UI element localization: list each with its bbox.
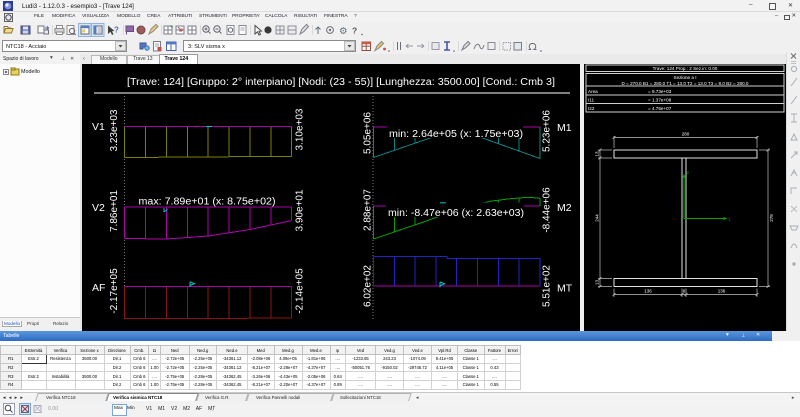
svg-text:280: 280 — [682, 132, 690, 137]
svg-text:136: 136 — [644, 289, 652, 294]
svg-text:D = 270.0 B1 = 280.0 T1 = 13: D = 270.0 B1 = 280.0 T1 = 13.0 T2 = 13.0… — [622, 81, 749, 86]
svg-text:6.02e+02: 6.02e+02 — [363, 265, 374, 307]
svg-text:3.23e+03: 3.23e+03 — [109, 109, 120, 151]
svg-text:Sezione a I: Sezione a I — [674, 75, 697, 80]
svg-text:= 4.76e+07: = 4.76e+07 — [648, 106, 672, 111]
svg-text:M1: M1 — [557, 122, 572, 134]
svg-text:[Trave: 124] [Gruppo: 2° int: [Trave: 124] [Gruppo: 2° interpiano] [No… — [127, 77, 555, 88]
svg-text:?: ? — [352, 26, 357, 36]
svg-text:5.05e+06: 5.05e+06 — [363, 112, 374, 154]
svg-text:min: 2.64e+05 (x: 1.75e+03): min: 2.64e+05 (x: 1.75e+03) — [389, 129, 523, 140]
svg-text:3: SLV sisma x: 3: SLV sisma x — [188, 44, 225, 50]
svg-text:-2.14e+05: -2.14e+05 — [295, 268, 306, 314]
svg-text:min: -8.47e+06 (x: 2.63e+03): min: -8.47e+06 (x: 2.63e+03) — [388, 208, 524, 219]
svg-text:-2.17e+05: -2.17e+05 — [109, 268, 120, 314]
svg-text:⚙: ⚙ — [339, 26, 348, 37]
svg-text:V2: V2 — [92, 202, 105, 214]
svg-text:?: ? — [114, 26, 119, 35]
svg-text:NTC18 - Acciaio: NTC18 - Acciaio — [6, 44, 46, 50]
svg-text:278: 278 — [769, 214, 774, 222]
svg-text:3.10e+03: 3.10e+03 — [295, 108, 306, 150]
svg-text:-8.44e+06: -8.44e+06 — [542, 187, 553, 233]
svg-text:5.51e+02: 5.51e+02 — [542, 265, 553, 307]
svg-text:8: 8 — [683, 289, 686, 294]
svg-text:MT: MT — [557, 283, 573, 295]
svg-text:M2: M2 — [557, 202, 572, 214]
svg-text:13: 13 — [595, 280, 600, 286]
svg-text:V1: V1 — [92, 121, 105, 133]
svg-text:AF: AF — [92, 282, 105, 294]
svg-text:I11: I11 — [588, 98, 594, 103]
svg-text:244: 244 — [595, 214, 600, 222]
svg-text:2: 2 — [687, 170, 690, 175]
svg-text:5.23e+06: 5.23e+06 — [542, 110, 553, 152]
svg-text:I22: I22 — [588, 106, 595, 111]
svg-text:7.86e+01: 7.86e+01 — [109, 190, 120, 232]
svg-text:+: + — [170, 25, 174, 31]
svg-text:Trave: 124 Prop.: 2 Sez.in:: Trave: 124 Prop.: 2 Sez.in: 0.00 — [653, 66, 718, 71]
svg-text:2.88e+07: 2.88e+07 — [363, 189, 374, 231]
svg-text:1: 1 — [728, 217, 731, 222]
svg-text:= 1.37e+08: = 1.37e+08 — [648, 98, 672, 103]
svg-text:max: 7.89e+01 (x: 8.75e+02): max: 7.89e+01 (x: 8.75e+02) — [139, 197, 276, 208]
svg-text:Area: Area — [588, 89, 598, 94]
svg-text:3.90e+01: 3.90e+01 — [295, 189, 306, 231]
svg-text:136: 136 — [718, 289, 726, 294]
svg-text:13: 13 — [595, 151, 600, 157]
svg-text:= 9.73e+03: = 9.73e+03 — [648, 89, 672, 94]
